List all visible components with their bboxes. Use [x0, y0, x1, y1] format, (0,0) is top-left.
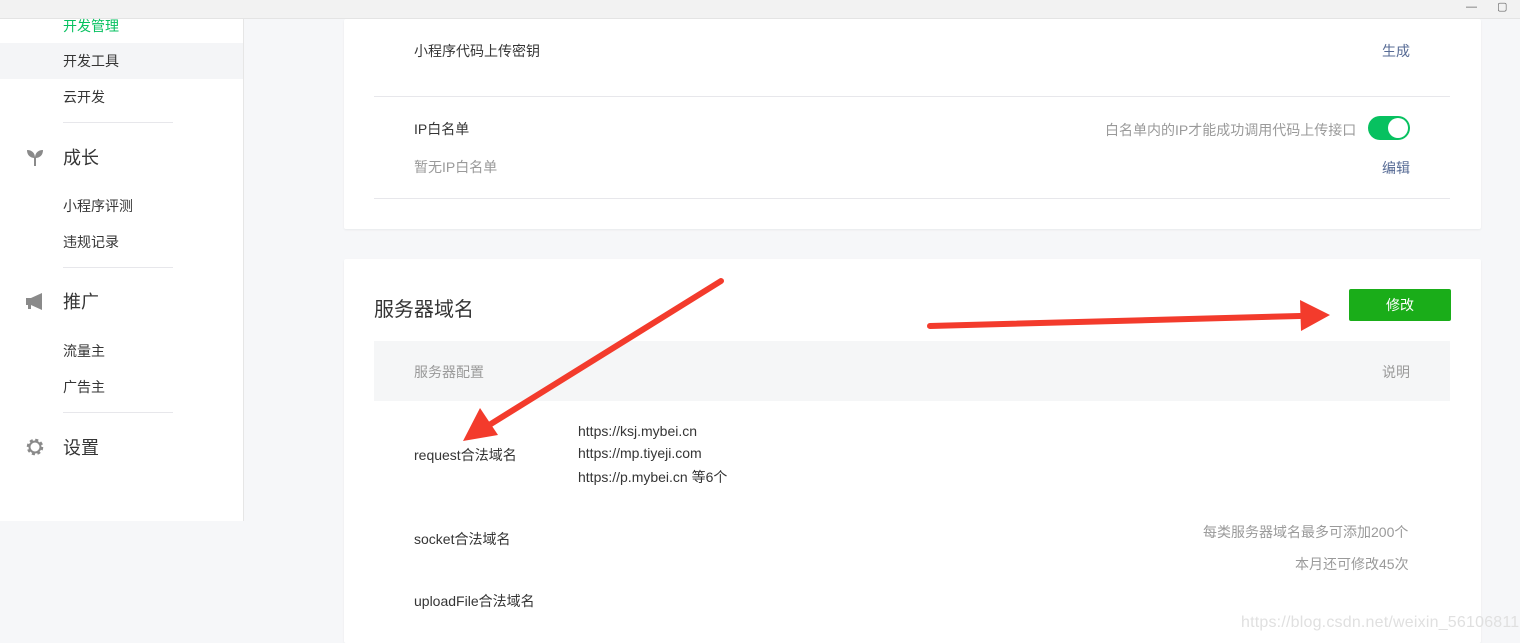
sidebar-item-evaluation[interactable]: 小程序评测	[63, 196, 133, 216]
domain-table-header: 服务器配置 说明	[374, 341, 1450, 401]
window-titlebar: — ▢	[0, 0, 1520, 19]
sidebar-group-label: 设置	[63, 438, 99, 458]
request-domain-value: https://p.mybei.cn 等6个	[578, 469, 728, 485]
sidebar-divider	[63, 267, 173, 268]
column-header-note: 说明	[1382, 364, 1410, 380]
row-divider	[374, 198, 1450, 199]
sidebar: 开发管理 开发工具 云开发 成长 小程序评测 违规记录 推广 流量主 广告主 设…	[0, 16, 244, 521]
gear-icon	[24, 436, 46, 458]
upload-domain-label: uploadFile合法域名	[414, 593, 535, 609]
column-header-config: 服务器配置	[414, 364, 484, 380]
sidebar-item-dev-tools[interactable]: 开发工具	[0, 43, 243, 79]
ip-whitelist-hint: 白名单内的IP才能成功调用代码上传接口	[1105, 122, 1357, 138]
edit-whitelist-link[interactable]: 编辑	[1382, 158, 1410, 178]
modify-button[interactable]: 修改	[1349, 289, 1451, 321]
sidebar-group-growth[interactable]: 成长	[24, 145, 99, 169]
sprout-icon	[24, 146, 46, 168]
request-domain-value: https://ksj.mybei.cn	[578, 423, 698, 439]
maximize-icon[interactable]: ▢	[1497, 1, 1507, 13]
sidebar-group-settings[interactable]: 设置	[24, 435, 99, 459]
sidebar-item-traffic-owner[interactable]: 流量主	[63, 341, 105, 361]
request-domain-label: request合法域名	[414, 447, 517, 463]
modify-remaining-note: 本月还可修改45次	[1295, 556, 1409, 572]
server-domain-title: 服务器域名	[374, 299, 474, 321]
sidebar-group-label: 推广	[63, 292, 99, 312]
ip-whitelist-empty: 暂无IP白名单	[414, 159, 498, 175]
sidebar-item-cloud-dev[interactable]: 云开发	[63, 87, 105, 107]
domain-limit-note: 每类服务器域名最多可添加200个	[1203, 524, 1409, 540]
sidebar-item-violations[interactable]: 违规记录	[63, 232, 119, 252]
sidebar-divider	[63, 412, 173, 413]
sidebar-divider	[63, 122, 173, 123]
ip-whitelist-toggle[interactable]	[1368, 116, 1410, 140]
sidebar-item-advertiser[interactable]: 广告主	[63, 377, 105, 397]
sidebar-group-label: 成长	[63, 148, 99, 168]
sidebar-item-dev-management[interactable]: 开发管理	[63, 16, 119, 36]
toggle-knob	[1388, 118, 1408, 138]
upload-key-label: 小程序代码上传密钥	[414, 43, 540, 59]
ip-whitelist-label: IP白名单	[414, 121, 470, 137]
watermark: https://blog.csdn.net/weixin_56106811	[1241, 614, 1520, 631]
megaphone-icon	[24, 290, 46, 312]
socket-domain-label: socket合法域名	[414, 531, 511, 547]
minimize-icon[interactable]: —	[1466, 1, 1477, 13]
generate-key-link[interactable]: 生成	[1382, 41, 1410, 61]
request-domain-value: https://mp.tiyeji.com	[578, 445, 702, 461]
sidebar-group-promotion[interactable]: 推广	[24, 289, 99, 313]
row-divider	[374, 96, 1450, 97]
